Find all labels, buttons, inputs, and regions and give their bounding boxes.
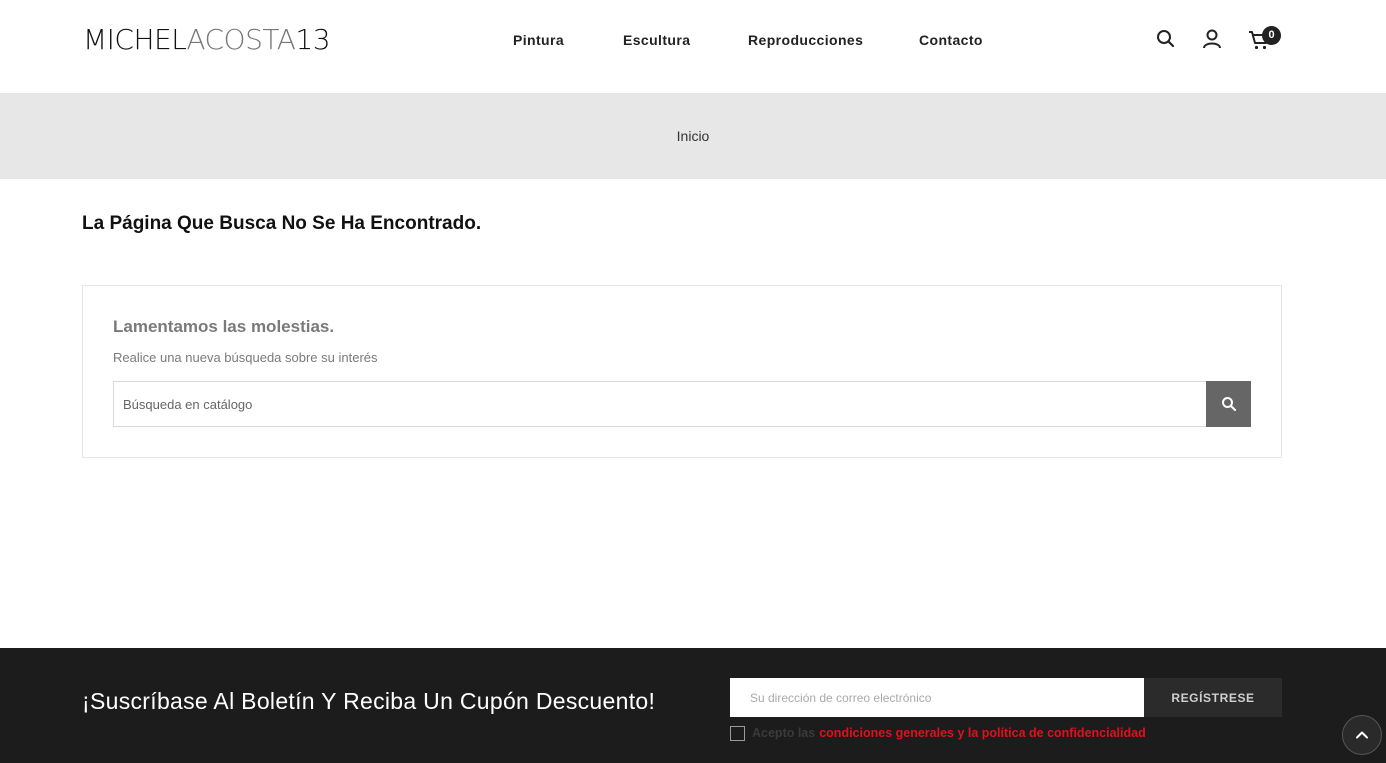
chevron-up-icon <box>1356 731 1368 739</box>
logo-part-acosta: ACOSTA <box>186 23 296 56</box>
catalog-search-input[interactable] <box>113 381 1207 427</box>
nav-item-escultura[interactable]: Escultura <box>623 30 690 50</box>
consent-checkbox[interactable] <box>730 725 745 741</box>
consent-terms-link[interactable]: condiciones generales y la política de c… <box>819 726 1145 740</box>
breadcrumb-band: Inicio <box>0 93 1386 179</box>
consent-text: Acepto las <box>752 726 816 740</box>
site-logo[interactable]: MICHEL ACOSTA 13 <box>83 23 331 56</box>
newsletter-subscribe-button[interactable]: REGÍSTRESE <box>1144 678 1282 717</box>
search-icon <box>1221 397 1236 412</box>
logo-part-michel: MICHEL <box>83 23 187 56</box>
logo-part-13: 13 <box>295 23 331 56</box>
nav-item-reproducciones[interactable]: Reproducciones <box>748 30 863 50</box>
catalog-search-form <box>113 381 1251 427</box>
nav-item-pintura[interactable]: Pintura <box>513 30 564 50</box>
search-icon[interactable] <box>1155 28 1177 50</box>
site-header: MICHEL ACOSTA 13 Pintura Escultura Repro… <box>0 0 1386 93</box>
scroll-to-top-button[interactable] <box>1342 715 1382 755</box>
newsletter-title: ¡Suscríbase Al Boletín Y Reciba Un Cupón… <box>82 688 656 714</box>
apology-heading: Lamentamos las molestias. <box>113 317 335 336</box>
newsletter-email-input[interactable] <box>730 678 1144 717</box>
catalog-search-button[interactable] <box>1206 381 1251 427</box>
newsletter-consent: Acepto las condiciones generales y la po… <box>730 725 1146 741</box>
page-title: La Página Que Busca No Se Ha Encontrado. <box>82 213 482 234</box>
breadcrumb-home-link[interactable]: Inicio <box>0 128 1386 144</box>
site-footer: ¡Suscríbase Al Boletín Y Reciba Un Cupón… <box>0 648 1386 763</box>
nav-item-contacto[interactable]: Contacto <box>919 30 983 50</box>
not-found-box: Lamentamos las molestias. Realice una nu… <box>82 285 1282 458</box>
cart-count-badge: 0 <box>1262 26 1281 45</box>
search-hint-text: Realice una nueva búsqueda sobre su inte… <box>113 350 378 365</box>
user-icon[interactable] <box>1201 28 1223 50</box>
